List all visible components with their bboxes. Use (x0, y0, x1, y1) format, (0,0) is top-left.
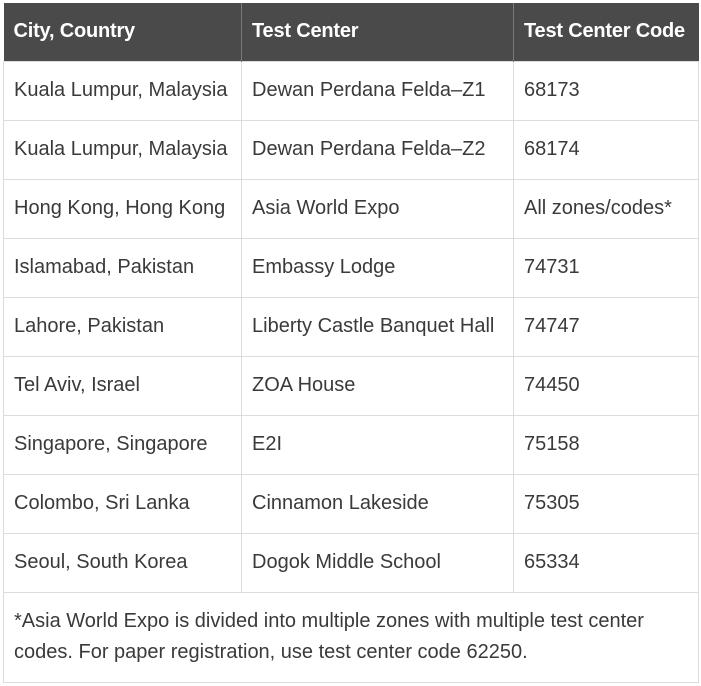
cell-test-center-code: All zones/codes* (513, 178, 699, 239)
table-row: Colombo, Sri Lanka Cinnamon Lakeside 753… (3, 473, 699, 534)
table-row: Lahore, Pakistan Liberty Castle Banquet … (3, 296, 699, 357)
cell-test-center-code: 68174 (513, 119, 699, 180)
cell-test-center-code: 74747 (513, 296, 699, 357)
cell-test-center: Cinnamon Lakeside (241, 473, 514, 534)
test-center-table-container: City, Country Test Center Test Center Co… (3, 3, 699, 683)
table-row: Kuala Lumpur, Malaysia Dewan Perdana Fel… (3, 119, 699, 180)
cell-test-center-code: 74450 (513, 355, 699, 416)
cell-city-country: Kuala Lumpur, Malaysia (3, 119, 242, 180)
cell-test-center: Asia World Expo (241, 178, 514, 239)
cell-test-center-code: 74731 (513, 237, 699, 298)
cell-test-center: ZOA House (241, 355, 514, 416)
header-test-center: Test Center (241, 3, 514, 61)
cell-city-country: Hong Kong, Hong Kong (3, 178, 242, 239)
cell-city-country: Seoul, South Korea (3, 532, 242, 593)
cell-test-center: E2I (241, 414, 514, 475)
cell-city-country: Kuala Lumpur, Malaysia (3, 60, 242, 121)
cell-test-center-code: 68173 (513, 60, 699, 121)
test-center-table: City, Country Test Center Test Center Co… (3, 3, 699, 683)
cell-test-center: Embassy Lodge (241, 237, 514, 298)
table-footnote: *Asia World Expo is divided into multipl… (3, 591, 699, 683)
table-row: Hong Kong, Hong Kong Asia World Expo All… (3, 178, 699, 239)
cell-test-center: Liberty Castle Banquet Hall (241, 296, 514, 357)
table-row: Singapore, Singapore E2I 75158 (3, 414, 699, 475)
table-header-row: City, Country Test Center Test Center Co… (3, 3, 699, 61)
table-row: Seoul, South Korea Dogok Middle School 6… (3, 532, 699, 593)
cell-city-country: Lahore, Pakistan (3, 296, 242, 357)
cell-test-center-code: 75305 (513, 473, 699, 534)
header-test-center-code: Test Center Code (513, 3, 699, 61)
cell-test-center-code: 65334 (513, 532, 699, 593)
header-city-country: City, Country (3, 3, 242, 61)
cell-test-center: Dewan Perdana Felda–Z1 (241, 60, 514, 121)
cell-city-country: Islamabad, Pakistan (3, 237, 242, 298)
cell-city-country: Colombo, Sri Lanka (3, 473, 242, 534)
cell-test-center-code: 75158 (513, 414, 699, 475)
cell-city-country: Singapore, Singapore (3, 414, 242, 475)
table-row: Kuala Lumpur, Malaysia Dewan Perdana Fel… (3, 60, 699, 121)
cell-test-center: Dewan Perdana Felda–Z2 (241, 119, 514, 180)
cell-test-center: Dogok Middle School (241, 532, 514, 593)
table-row: Islamabad, Pakistan Embassy Lodge 74731 (3, 237, 699, 298)
table-row: Tel Aviv, Israel ZOA House 74450 (3, 355, 699, 416)
cell-city-country: Tel Aviv, Israel (3, 355, 242, 416)
table-footnote-row: *Asia World Expo is divided into multipl… (3, 591, 699, 683)
